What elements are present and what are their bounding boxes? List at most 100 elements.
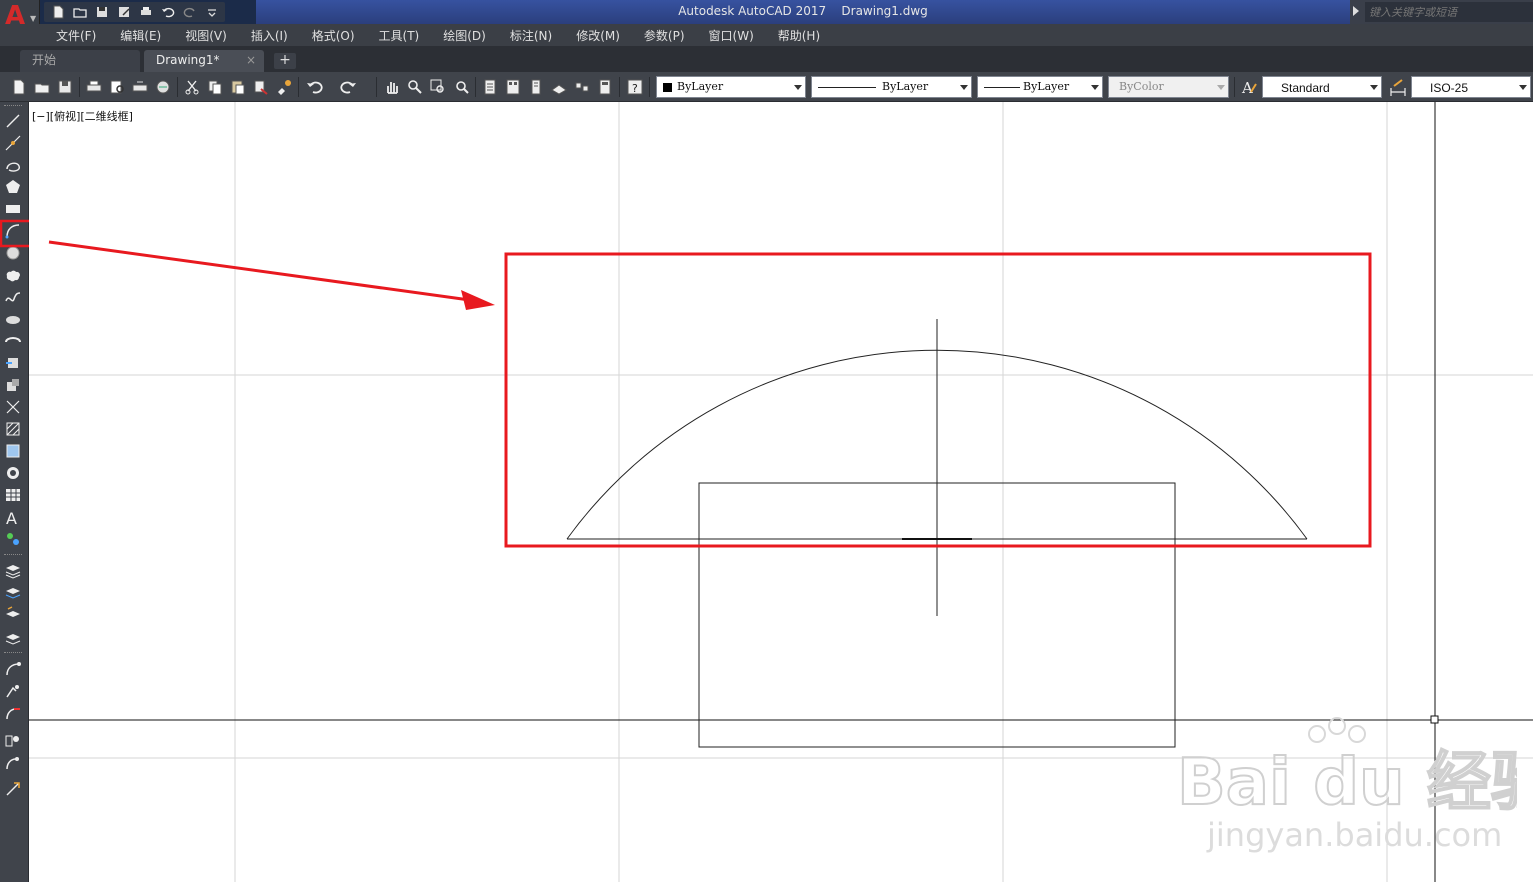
text-style-control[interactable]: Standard — [1262, 76, 1382, 98]
region-icon[interactable] — [4, 464, 22, 482]
layer-icon[interactable] — [4, 562, 22, 580]
publish-icon[interactable] — [131, 78, 149, 96]
plotstyle-value: ByColor — [1119, 80, 1164, 93]
arrow-shaft — [48, 240, 485, 304]
menu-format[interactable]: 格式(O) — [300, 27, 367, 44]
modify-arc-icon[interactable] — [4, 660, 22, 678]
modify-trim-icon[interactable] — [4, 754, 22, 772]
qnew-icon[interactable] — [10, 78, 28, 96]
plot-preview-icon[interactable] — [108, 78, 126, 96]
layer-match-icon[interactable] — [4, 584, 22, 602]
menu-modify[interactable]: 修改(M) — [564, 27, 632, 44]
line-icon[interactable] — [4, 112, 22, 130]
markup-icon[interactable] — [573, 78, 591, 96]
multiline-text-icon[interactable]: A — [4, 508, 22, 528]
help-icon[interactable]: ? — [626, 78, 644, 96]
menu-dimension[interactable]: 标注(N) — [498, 27, 564, 44]
text-style-icon[interactable]: A — [1240, 78, 1258, 97]
baidu-watermark: Bai du 经验 jingyan.baidu.com — [1177, 717, 1517, 854]
make-block-icon[interactable] — [4, 376, 22, 394]
modify-red-icon[interactable] — [4, 704, 22, 722]
lineweight-sample — [984, 87, 1020, 88]
tab-drawing1-label: Drawing1* — [156, 53, 220, 67]
new-tab-button[interactable]: + — [274, 53, 296, 69]
layer-prev-icon[interactable] — [4, 606, 22, 624]
ellipse-icon[interactable] — [4, 310, 22, 328]
tool-palettes-icon[interactable] — [527, 78, 545, 96]
design-center-icon[interactable] — [504, 78, 522, 96]
modify-group-icon[interactable] — [4, 732, 22, 750]
menu-view[interactable]: 视图(V) — [173, 27, 239, 44]
drawing-canvas[interactable]: [−][俯视][二维线框] Bai du 经验 jingyan.baidu.co… — [29, 102, 1533, 882]
table-icon[interactable] — [4, 486, 22, 504]
pan-icon[interactable] — [383, 78, 401, 96]
save-icon[interactable] — [92, 3, 111, 21]
viewport-controls[interactable]: [−][俯视][二维线框] — [32, 108, 133, 124]
point-icon[interactable] — [4, 398, 22, 416]
open-icon[interactable] — [70, 3, 89, 21]
insert-block-icon[interactable] — [4, 354, 22, 372]
search-expand-icon[interactable] — [1353, 6, 1359, 16]
sheet-set-icon[interactable] — [550, 78, 568, 96]
zoom-previous-icon[interactable] — [452, 78, 470, 96]
polyline-icon[interactable] — [4, 156, 22, 174]
menu-file[interactable]: 文件(F) — [44, 27, 108, 44]
cut-icon[interactable] — [183, 78, 201, 96]
menu-draw[interactable]: 绘图(D) — [431, 27, 498, 44]
match-properties-icon[interactable] — [252, 78, 270, 96]
ellipse-arc-icon[interactable] — [4, 332, 22, 350]
save-as-icon[interactable] — [114, 3, 133, 21]
redo-icon[interactable] — [340, 78, 358, 96]
menu-tools[interactable]: 工具(T) — [367, 27, 432, 44]
properties-icon[interactable] — [481, 78, 499, 96]
menu-help[interactable]: 帮助(H) — [766, 27, 832, 44]
draw-toolbar: A — [0, 102, 29, 882]
polygon-icon[interactable] — [4, 178, 22, 196]
open-icon[interactable] — [33, 78, 51, 96]
paste-icon[interactable] — [229, 78, 247, 96]
circle-icon[interactable] — [4, 244, 22, 262]
zoom-realtime-icon[interactable] — [406, 78, 424, 96]
search-input[interactable] — [1365, 2, 1533, 22]
construction-line-icon[interactable] — [4, 134, 22, 152]
dimension-style-icon[interactable] — [1389, 78, 1407, 96]
layer-iso-icon[interactable] — [4, 628, 22, 646]
color-control[interactable]: ByLayer — [656, 76, 806, 98]
dimension-style-control[interactable]: ISO-25 — [1411, 76, 1531, 98]
rectangle-icon[interactable] — [4, 200, 22, 218]
add-selected-icon[interactable] — [4, 530, 22, 548]
customize-icon[interactable] — [202, 3, 221, 21]
menu-edit[interactable]: 编辑(E) — [108, 27, 173, 44]
undo-icon[interactable] — [305, 78, 323, 96]
lineweight-control[interactable]: ByLayer — [977, 76, 1103, 98]
modify-point-icon[interactable] — [4, 682, 22, 700]
redo-icon[interactable] — [180, 3, 199, 21]
close-icon[interactable]: × — [246, 50, 256, 70]
copy-icon[interactable] — [206, 78, 224, 96]
hatch-icon[interactable] — [4, 420, 22, 438]
menu-insert[interactable]: 插入(I) — [239, 27, 300, 44]
menu-parametric[interactable]: 参数(P) — [632, 27, 697, 44]
gradient-icon[interactable] — [4, 442, 22, 460]
plot-icon[interactable] — [85, 78, 103, 96]
modify-extend-icon[interactable] — [4, 780, 22, 798]
tab-drawing1[interactable]: Drawing1* × — [144, 50, 264, 72]
save-icon[interactable] — [56, 78, 74, 96]
calculator-icon[interactable] — [596, 78, 614, 96]
menubar-spacer — [0, 24, 40, 46]
block-editor-icon[interactable] — [275, 78, 293, 96]
revision-cloud-icon[interactable] — [4, 266, 22, 284]
zoom-window-icon[interactable] — [429, 78, 447, 96]
undo-icon[interactable] — [158, 3, 177, 21]
3d-dwf-icon[interactable] — [154, 78, 172, 96]
menu-window[interactable]: 窗口(W) — [697, 27, 766, 44]
menu-bar: 文件(F) 编辑(E) 视图(V) 插入(I) 格式(O) 工具(T) 绘图(D… — [40, 24, 1533, 46]
print-icon[interactable] — [136, 3, 155, 21]
new-icon[interactable] — [48, 3, 67, 21]
linetype-control[interactable]: ByLayer — [811, 76, 972, 98]
arc-icon[interactable] — [4, 222, 22, 240]
spline-icon[interactable] — [4, 288, 22, 306]
tab-start[interactable]: 开始 — [20, 50, 140, 72]
watermark-url: jingyan.baidu.com — [1206, 816, 1502, 854]
arc-highlight-box — [504, 252, 1372, 548]
